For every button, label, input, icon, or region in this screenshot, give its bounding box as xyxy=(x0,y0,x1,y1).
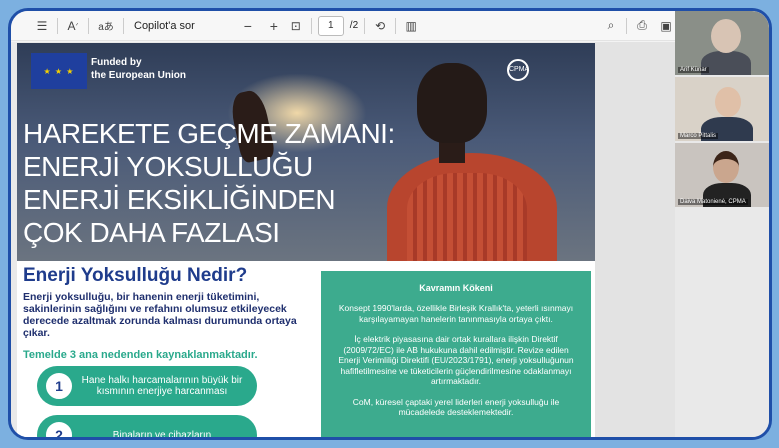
origin-paragraph: Konsept 1990'larda, özellikle Birleşik K… xyxy=(338,303,574,324)
cause-number: 1 xyxy=(43,370,75,402)
participant-head xyxy=(711,19,741,53)
cause-number: 2 xyxy=(43,419,75,437)
search-icon[interactable]: ⌕ xyxy=(602,17,620,35)
causes-subtitle: Temelde 3 ana nedenden kaynaklanmaktadır… xyxy=(23,349,258,361)
participant-name: Marco Pittalis xyxy=(678,133,719,139)
page-lower-section: Enerji Yoksulluğu Nedir? Enerji yoksullu… xyxy=(17,261,595,440)
child-figure xyxy=(387,63,557,261)
cause-text: Binaların ve cihazların xyxy=(112,429,212,440)
origin-title: Kavramın Kökeni xyxy=(419,283,493,293)
funded-line-1: Funded by xyxy=(91,57,142,68)
headline-line-4: ÇOK DAHA FAZLASI xyxy=(23,217,280,248)
page-view-icon[interactable]: ▥ xyxy=(402,17,420,35)
origin-box: Kavramın Kökeni Konsept 1990'larda, özel… xyxy=(321,271,591,437)
participant-head xyxy=(713,151,739,183)
toolbar-divider xyxy=(57,17,58,34)
save-icon[interactable]: ▣ xyxy=(657,17,675,35)
zoom-out-button[interactable]: − xyxy=(239,17,257,35)
read-aloud-icon[interactable]: aあ xyxy=(95,17,117,35)
headline-line-3: ENERJİ EKSİKLİĞİNDEN xyxy=(23,184,336,215)
toolbar-divider xyxy=(310,17,312,34)
copilot-button[interactable]: Copilot'a sor xyxy=(134,20,195,32)
origin-paragraph: CoM, küresel çaptaki yerel liderleri ene… xyxy=(352,396,560,418)
funded-by-eu: Funded by the European Union xyxy=(91,56,186,82)
screen-frame: ☰ Aᐟ aあ Copilot'a sor − + ⊡ 1 /2 ⟲ ▥ ⌕ ⎙ xyxy=(0,0,779,448)
eu-flag-logo: ★ ★ ★ xyxy=(31,53,87,89)
toolbar-divider xyxy=(395,17,397,34)
app-window: ☰ Aᐟ aあ Copilot'a sor − + ⊡ 1 /2 ⟲ ▥ ⌕ ⎙ xyxy=(8,8,772,440)
fit-page-icon[interactable]: ⊡ xyxy=(287,17,305,35)
headline: HAREKETE GEÇME ZAMANI: ENERJİ YOKSULLUĞU… xyxy=(23,117,395,249)
headline-line-2: ENERJİ YOKSULLUĞU xyxy=(23,151,313,182)
viewport-gutter xyxy=(595,42,675,437)
page-number-input[interactable]: 1 xyxy=(317,15,344,36)
participant-head xyxy=(715,87,741,117)
headline-line-1: HAREKETE GEÇME ZAMANI: xyxy=(23,118,395,149)
hero-image: ★ ★ ★ Funded by the European Union CPMA xyxy=(17,43,595,261)
rotate-icon[interactable]: ⟲ xyxy=(371,17,389,35)
origin-paragraph: İç elektrik piyasasına dair ortak kurall… xyxy=(338,334,574,386)
page-total: /2 xyxy=(349,20,359,31)
participant-name: Daiva Matonienė, CPMA xyxy=(678,199,748,205)
definition-text: Enerji yoksulluğu, bir hanenin enerji tü… xyxy=(23,291,297,339)
text-size-icon[interactable]: Aᐟ xyxy=(64,17,82,35)
toolbar-divider xyxy=(626,17,627,34)
cause-item: 2 Binaların ve cihazların xyxy=(37,415,257,440)
toolbar-divider xyxy=(88,17,89,34)
participant-name: Arif Künar xyxy=(678,67,709,73)
pdf-toolbar: ☰ Aᐟ aあ Copilot'a sor − + ⊡ 1 /2 ⟲ ▥ ⌕ ⎙ xyxy=(11,11,769,41)
zoom-in-button[interactable]: + xyxy=(265,17,283,35)
participant-video[interactable]: Marco Pittalis xyxy=(675,77,769,141)
cause-item: 1 Hane halkı harcamalarının büyük bir kı… xyxy=(37,366,257,406)
participant-video[interactable]: Arif Künar xyxy=(675,11,769,75)
section-title: Enerji Yoksulluğu Nedir? xyxy=(23,265,248,286)
funded-line-2: the European Union xyxy=(91,70,186,81)
toolbar-divider xyxy=(123,17,124,34)
table-of-contents-icon[interactable]: ☰ xyxy=(33,17,51,35)
toolbar-divider xyxy=(364,17,366,34)
cause-text: Hane halkı harcamalarının büyük bir kısm… xyxy=(81,375,243,397)
print-icon[interactable]: ⎙ xyxy=(633,17,651,35)
pdf-page: ★ ★ ★ Funded by the European Union CPMA xyxy=(17,43,595,440)
participant-video[interactable]: Daiva Matonienė, CPMA xyxy=(675,143,769,207)
